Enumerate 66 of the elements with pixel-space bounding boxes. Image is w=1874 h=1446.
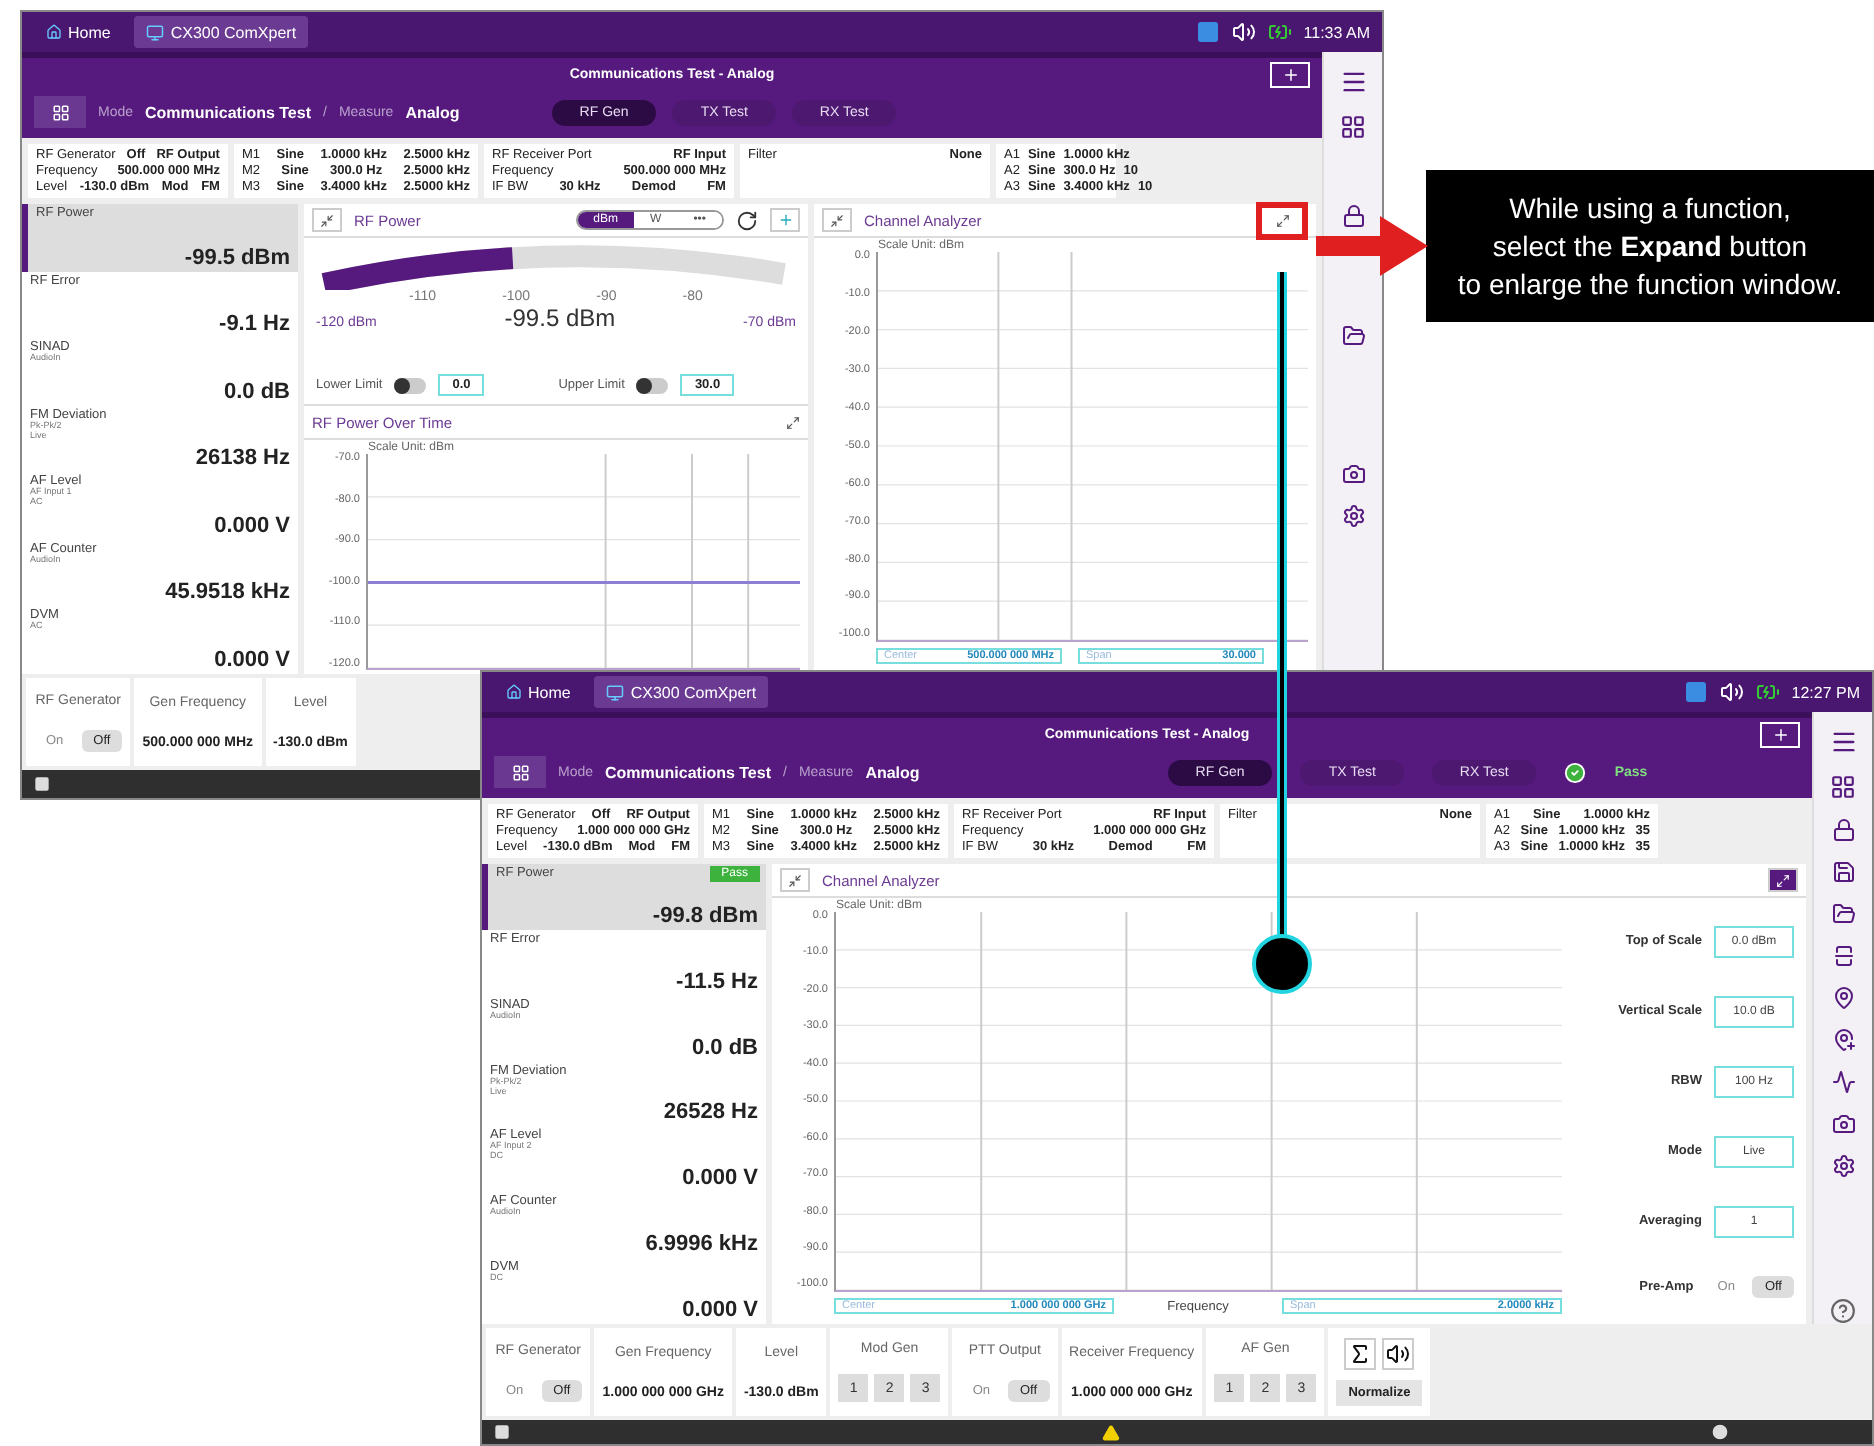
pulse-icon[interactable] xyxy=(1831,1070,1855,1094)
measure-value: Analog xyxy=(405,103,460,121)
start-icon[interactable] xyxy=(34,776,50,792)
app-grid-button[interactable] xyxy=(494,756,546,788)
circle-icon[interactable] xyxy=(1712,1424,1728,1440)
menu-icon[interactable] xyxy=(1829,728,1857,756)
marker-plus-icon[interactable] xyxy=(1831,1028,1855,1052)
home-icon xyxy=(506,684,522,700)
layout-icon[interactable] xyxy=(1340,114,1366,140)
monitor-icon xyxy=(606,683,625,701)
camera-icon[interactable] xyxy=(1341,462,1365,486)
mode-value: Communications Test xyxy=(145,103,311,121)
plus-icon xyxy=(1771,726,1789,744)
save-icon[interactable] xyxy=(1831,860,1855,884)
grid-icon xyxy=(511,763,529,781)
power-reading: -99.5 dBm xyxy=(504,304,616,332)
app-tab[interactable]: Home xyxy=(494,676,583,708)
callout-text: While using a function, select the Expand button to enlarge the function window. xyxy=(1457,189,1843,303)
mode-value: Communications Test xyxy=(605,763,771,781)
expand-icon xyxy=(1275,213,1289,227)
collapse-icon xyxy=(788,873,802,887)
expand-icon xyxy=(1776,873,1790,887)
monitor-icon xyxy=(146,23,165,41)
refresh-icon[interactable] xyxy=(736,209,758,231)
collapse-button[interactable] xyxy=(780,868,810,892)
limit-toggle[interactable] xyxy=(394,377,427,393)
folder-icon[interactable] xyxy=(1831,902,1855,926)
start-icon[interactable] xyxy=(494,1424,510,1440)
collapse-button[interactable] xyxy=(312,208,342,232)
layout-icon[interactable] xyxy=(1830,774,1856,800)
split-icon[interactable] xyxy=(1831,944,1855,968)
app-tab[interactable]: CX300 ComXpert xyxy=(134,16,309,48)
grid-icon xyxy=(51,103,69,121)
battery-icon xyxy=(1755,680,1780,704)
pointer-arrow xyxy=(1316,216,1428,276)
function-icon[interactable] xyxy=(1344,1337,1377,1370)
clock-time: 11:33 AM xyxy=(1303,23,1370,41)
home-icon xyxy=(46,24,62,40)
expand-button[interactable] xyxy=(1256,201,1308,239)
app-tab[interactable]: Home xyxy=(34,16,123,48)
plus-icon xyxy=(1281,66,1299,84)
lock-icon[interactable] xyxy=(1341,204,1365,228)
marker-icon[interactable] xyxy=(1831,986,1855,1010)
speaker-icon xyxy=(1719,680,1744,704)
help-icon[interactable] xyxy=(1830,1298,1856,1324)
collapse-button[interactable] xyxy=(822,208,852,232)
app-grid-button[interactable] xyxy=(34,96,86,128)
lock-icon[interactable] xyxy=(1831,818,1855,842)
speaker-icon xyxy=(1231,20,1256,44)
settings-icon[interactable] xyxy=(1341,504,1365,528)
limit-toggle[interactable] xyxy=(636,377,669,393)
plus-icon xyxy=(777,212,793,228)
settings-icon[interactable] xyxy=(1831,1154,1855,1178)
warning-icon[interactable] xyxy=(1102,1423,1120,1441)
measure-value: Analog xyxy=(865,763,920,781)
app-tab[interactable]: CX300 ComXpert xyxy=(594,676,769,708)
menu-icon[interactable] xyxy=(1339,68,1367,96)
folder-icon[interactable] xyxy=(1341,324,1365,348)
battery-icon xyxy=(1267,20,1292,44)
collapse-icon xyxy=(320,213,334,227)
camera-icon[interactable] xyxy=(1831,1112,1855,1136)
speaker-icon[interactable] xyxy=(1382,1337,1415,1370)
clock-time: 12:27 PM xyxy=(1791,683,1860,701)
expand-icon[interactable] xyxy=(786,415,800,429)
check-icon xyxy=(1564,761,1587,783)
collapse-icon xyxy=(830,213,844,227)
